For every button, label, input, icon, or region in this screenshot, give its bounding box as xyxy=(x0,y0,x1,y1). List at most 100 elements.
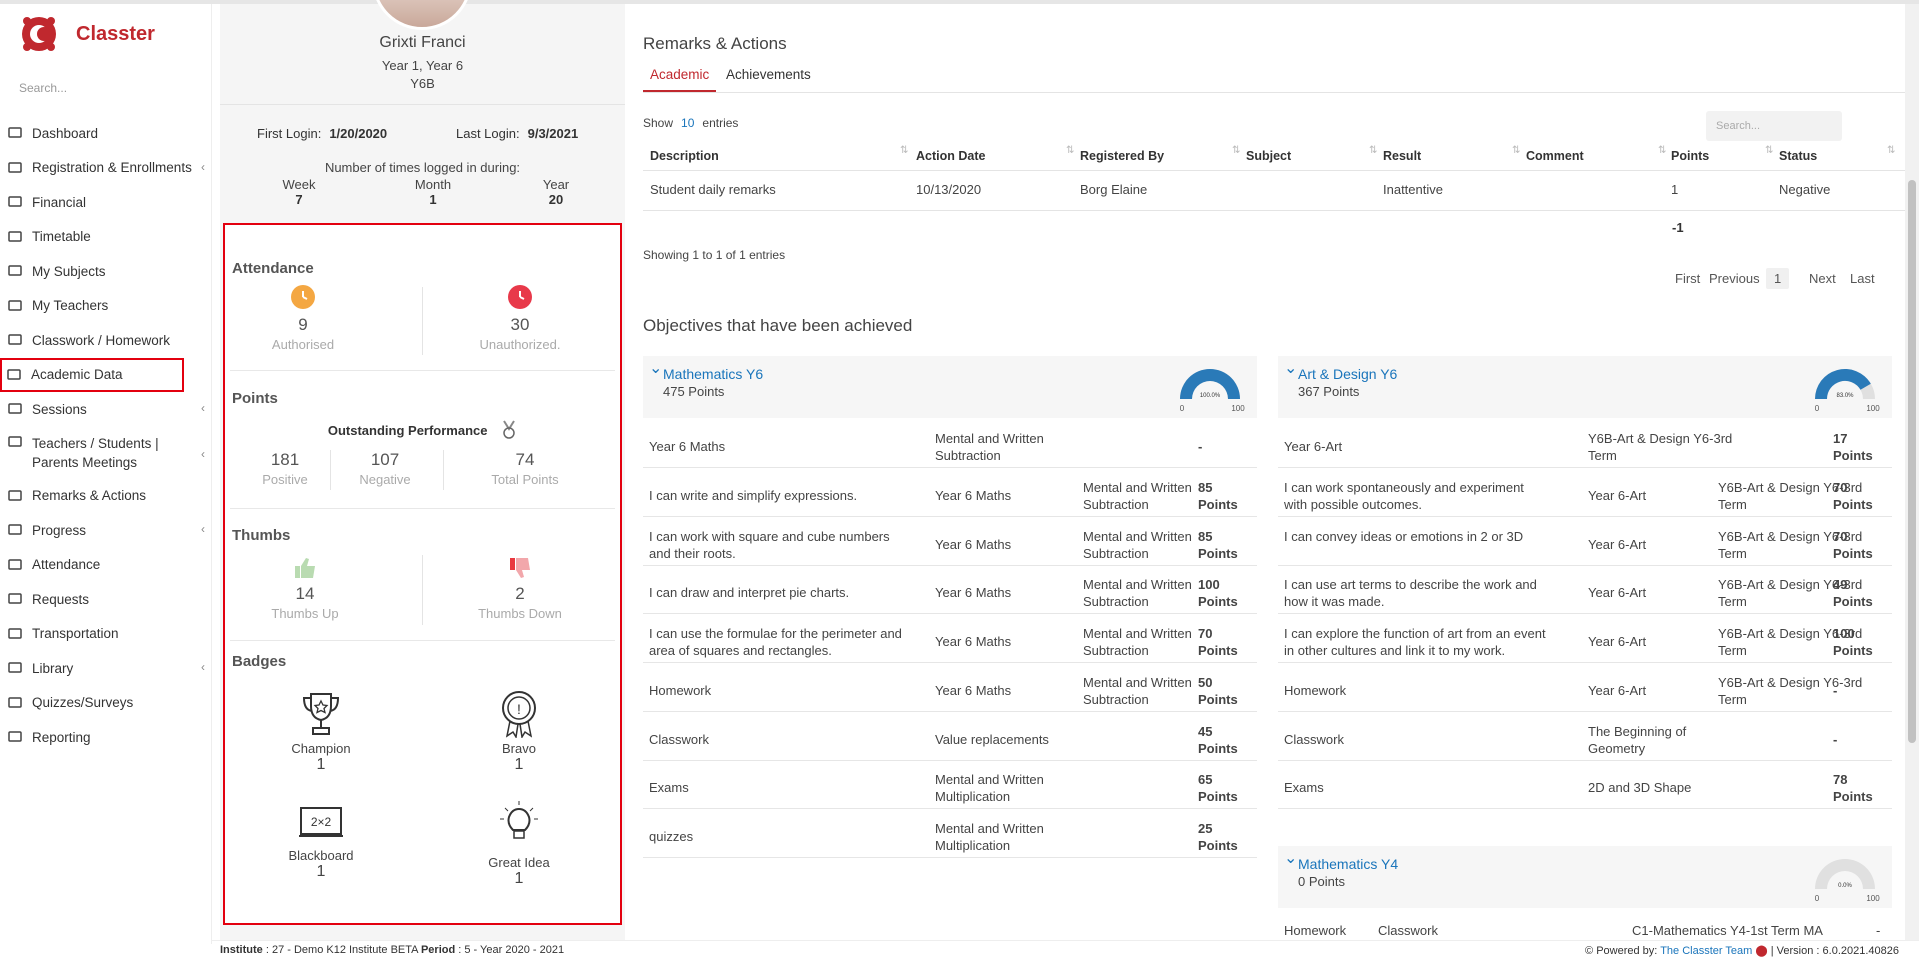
chevron-down-icon[interactable]: ⌄ xyxy=(649,358,662,378)
list-icon xyxy=(8,333,24,347)
pager-previous[interactable]: Previous xyxy=(1709,271,1760,286)
sidebar-item-transportation[interactable]: Transportation xyxy=(0,617,212,652)
classter-logo[interactable]: Classter xyxy=(20,14,155,54)
entries-selector: Show 10 entries xyxy=(643,116,739,130)
sidebar-item-quizzes-surveys[interactable]: Quizzes/Surveys xyxy=(0,686,212,721)
print-icon xyxy=(8,730,24,744)
classter-logo-icon xyxy=(20,14,58,54)
sidebar-item-remarks-actions[interactable]: Remarks & Actions xyxy=(0,479,212,514)
chevron-left-icon: ‹ xyxy=(201,446,205,461)
subject-title[interactable]: Mathematics Y6 xyxy=(663,366,763,382)
subject-points: 367 Points xyxy=(1298,384,1360,399)
subject-panel-right[interactable]: ⌄ Art & Design Y6 367 Points 83.0% 0 100 xyxy=(1278,356,1892,418)
column-header-subject[interactable]: Subject xyxy=(1246,149,1291,163)
svg-text:0: 0 xyxy=(1180,404,1185,413)
sort-icon[interactable]: ⇅ xyxy=(1232,145,1240,156)
footer: Institute : 27 - Demo K12 Institute BETA… xyxy=(212,940,1919,960)
sidebar-search-input[interactable]: Search... xyxy=(19,81,67,95)
sidebar-item-classwork-homework[interactable]: Classwork / Homework xyxy=(0,323,212,358)
sidebar-item-timetable[interactable]: Timetable xyxy=(0,220,212,255)
points-unit: Points xyxy=(1198,838,1238,853)
sidebar-item-library[interactable]: Library ‹ xyxy=(0,651,212,686)
sidebar-item-label: Transportation xyxy=(32,626,119,642)
sidebar-item-label: Financial xyxy=(32,194,87,210)
objective-points: 85 xyxy=(1198,480,1213,495)
sort-icon[interactable]: ⇅ xyxy=(900,145,908,156)
table-search-input[interactable]: Search... xyxy=(1706,111,1842,141)
objective-points: 100 xyxy=(1198,577,1220,592)
negative-stat: 107 Negative xyxy=(359,450,411,487)
sidebar-item-requests[interactable]: Requests xyxy=(0,582,212,617)
points-unit: Points xyxy=(1833,789,1873,804)
tab-achievements[interactable]: Achievements xyxy=(726,67,811,82)
pager-next[interactable]: Next xyxy=(1809,271,1836,286)
column-header-comment[interactable]: Comment xyxy=(1526,149,1584,163)
sidebar-item-financial[interactable]: Financial xyxy=(0,185,212,220)
sidebar-item-reporting[interactable]: Reporting xyxy=(0,720,212,755)
subject-title[interactable]: Art & Design Y6 xyxy=(1298,366,1397,382)
copyright-icon: © xyxy=(1585,945,1594,957)
sort-icon[interactable]: ⇅ xyxy=(1887,145,1895,156)
objective-cell: Y6B-Art & Design Y6-3rd Term xyxy=(1588,431,1733,463)
tab-academic[interactable]: Academic xyxy=(643,67,717,92)
objective-cell: quizzes xyxy=(649,829,694,844)
showing-entries: Showing 1 to 1 of 1 entries xyxy=(643,248,786,262)
group-icon xyxy=(8,402,24,416)
chevron-down-icon[interactable]: ⌄ xyxy=(1284,358,1297,378)
thumbs-down-icon xyxy=(445,555,595,584)
sidebar-item-my-teachers[interactable]: My Teachers xyxy=(0,289,212,324)
row-divider xyxy=(643,565,1257,566)
points-unit: Points xyxy=(1833,594,1873,609)
svg-text:83.0%: 83.0% xyxy=(1836,393,1854,399)
subject-title[interactable]: Mathematics Y4 xyxy=(1298,856,1398,872)
sidebar-item-label: Dashboard xyxy=(32,125,99,141)
points-unit: Points xyxy=(1198,789,1238,804)
objective-points: 70 xyxy=(1198,626,1213,641)
sidebar-item-academic-data[interactable]: Academic Data xyxy=(0,357,184,392)
pager-last[interactable]: Last xyxy=(1850,271,1875,286)
pager-first[interactable]: First xyxy=(1675,271,1700,286)
objective-points: - xyxy=(1833,732,1838,747)
building-icon xyxy=(8,161,24,175)
column-header-description[interactable]: Description xyxy=(650,149,719,163)
sidebar-item-teachers-students-parents-meetings[interactable]: Teachers / Students | Parents Meetings ‹ xyxy=(0,427,212,479)
entries-count-select[interactable]: 10 xyxy=(681,116,694,130)
sidebar-item-attendance[interactable]: Attendance xyxy=(0,548,212,583)
login-count-label: Number of times logged in during: xyxy=(324,160,521,175)
users-icon xyxy=(8,434,24,448)
objective-cell: I can use art terms to describe the work… xyxy=(1284,577,1537,609)
sidebar-item-sessions[interactable]: Sessions ‹ xyxy=(0,392,212,427)
objective-cell: I can work with square and cube numbers … xyxy=(649,529,890,561)
sidebar-item-progress[interactable]: Progress ‹ xyxy=(0,513,212,548)
sidebar-item-registration-enrollments[interactable]: Registration & Enrollments ‹ xyxy=(0,151,212,186)
objective-cell: I can draw and interpret pie charts. xyxy=(649,585,850,600)
pager-page-1[interactable]: 1 xyxy=(1766,268,1790,289)
calendar-icon xyxy=(8,230,24,244)
column-header-result[interactable]: Result xyxy=(1383,149,1421,163)
laptop-icon xyxy=(8,126,24,140)
sidebar-item-label: My Teachers xyxy=(32,298,109,314)
sort-icon[interactable]: ⇅ xyxy=(1765,145,1773,156)
objective-cell: Year 6-Art xyxy=(1588,488,1647,503)
sidebar-item-dashboard[interactable]: Dashboard xyxy=(0,116,212,151)
sort-icon[interactable]: ⇅ xyxy=(1066,145,1074,156)
sidebar-item-label: Requests xyxy=(32,591,90,607)
classter-team-link[interactable]: The Classter Team xyxy=(1660,945,1752,957)
sort-icon[interactable]: ⇅ xyxy=(1512,145,1520,156)
column-header-action-date[interactable]: Action Date xyxy=(916,149,985,163)
sidebar-item-label: Library xyxy=(32,660,74,676)
main-content: Remarks & Actions Academic Achievements … xyxy=(625,4,1919,940)
objective-points: 70 xyxy=(1833,529,1848,544)
column-header-registered-by[interactable]: Registered By xyxy=(1080,149,1164,163)
column-header-status[interactable]: Status xyxy=(1779,149,1817,163)
subject-panel-left[interactable]: ⌄ Mathematics Y6 475 Points 100.0% 0 100 xyxy=(643,356,1257,418)
row-divider xyxy=(643,613,1257,614)
objective-cell: Year 6 Maths xyxy=(935,683,1012,698)
sort-icon[interactable]: ⇅ xyxy=(1658,145,1666,156)
column-header-points[interactable]: Points xyxy=(1671,149,1709,163)
sort-icon[interactable]: ⇅ xyxy=(1369,145,1377,156)
chevron-down-icon[interactable]: ⌄ xyxy=(1284,848,1297,868)
subject-panel-third[interactable]: ⌄ Mathematics Y4 0 Points 0.0% 0 100 xyxy=(1278,846,1892,908)
sidebar-item-my-subjects[interactable]: My Subjects xyxy=(0,254,212,289)
scrollbar[interactable] xyxy=(1905,4,1919,940)
